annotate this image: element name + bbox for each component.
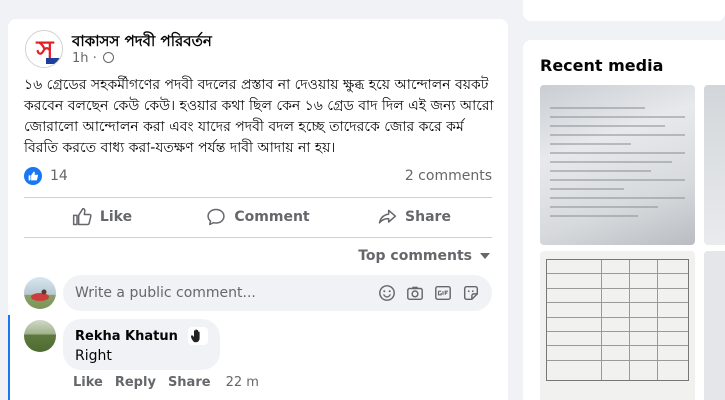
page-avatar[interactable]: স [25,30,63,68]
media-thumbnail[interactable] [704,85,725,245]
document-table [546,259,689,381]
comment-button-label: Comment [234,209,310,225]
sticker-icon[interactable] [462,284,480,302]
gif-icon[interactable] [434,284,452,302]
post-card: স বাকাসস পদবী পরিবর্তন 1h · ১৬ গ্রেডের স… [8,19,508,400]
sort-comments-dropdown[interactable]: Top comments [358,248,490,264]
recent-media-card: Recent media [523,40,725,400]
comment-input[interactable] [75,285,378,301]
document-lines [550,107,685,224]
comment-composer[interactable] [63,275,492,311]
page-logo-icon: স [26,31,62,67]
media-thumbnail[interactable] [540,251,695,400]
commenter-avatar[interactable] [24,320,56,352]
current-user-photo-icon [31,289,49,301]
recent-media-title: Recent media [540,56,664,75]
post-text: ১৬ গ্রেডের সহকর্মীগণের পদবী বদলের প্রস্ত… [24,77,494,156]
sort-comments-label: Top comments [358,248,472,264]
like-button[interactable]: Like [24,199,180,235]
comment-timestamp[interactable]: 22 m [226,375,259,390]
globe-icon [102,52,114,63]
share-button-label: Share [405,209,451,225]
media-thumbnail[interactable] [540,85,695,245]
comment-reply-link[interactable]: Reply [115,375,156,390]
comment-button[interactable]: Comment [180,199,336,235]
comment-like-link[interactable]: Like [73,375,103,390]
comment-text: Right [75,348,112,364]
like-reaction-icon [24,167,42,185]
commenter-name[interactable]: Rekha Khatun [75,329,178,344]
comment-bubble: Rekha Khatun Right [63,319,220,370]
post-time-value[interactable]: 1h [72,51,89,66]
emoji-icon[interactable] [378,284,396,302]
share-button[interactable]: Share [336,199,492,235]
waving-hand-icon [187,327,208,345]
comment-thread-highlight [8,315,10,400]
share-icon [378,209,397,224]
comment-share-link[interactable]: Share [168,375,211,390]
camera-icon[interactable] [406,284,424,302]
chevron-down-icon [480,253,490,259]
divider [24,237,492,238]
composer-tools [378,284,480,302]
post-actions: Like Comment Share [24,199,492,235]
reaction-count: 14 [50,168,68,184]
comments-count-link[interactable]: 2 comments [405,168,492,184]
sidebar-top-card [523,0,725,21]
media-thumbnail[interactable] [704,251,725,400]
comment-actions: Like Reply Share 22 m [73,375,259,390]
comment-icon [207,208,226,226]
current-user-avatar[interactable] [24,277,56,309]
like-button-label: Like [99,209,133,225]
divider [24,197,492,198]
reaction-summary[interactable]: 14 [24,167,68,185]
post-timestamp[interactable]: 1h · [72,51,114,66]
thumbs-up-icon [72,207,92,226]
